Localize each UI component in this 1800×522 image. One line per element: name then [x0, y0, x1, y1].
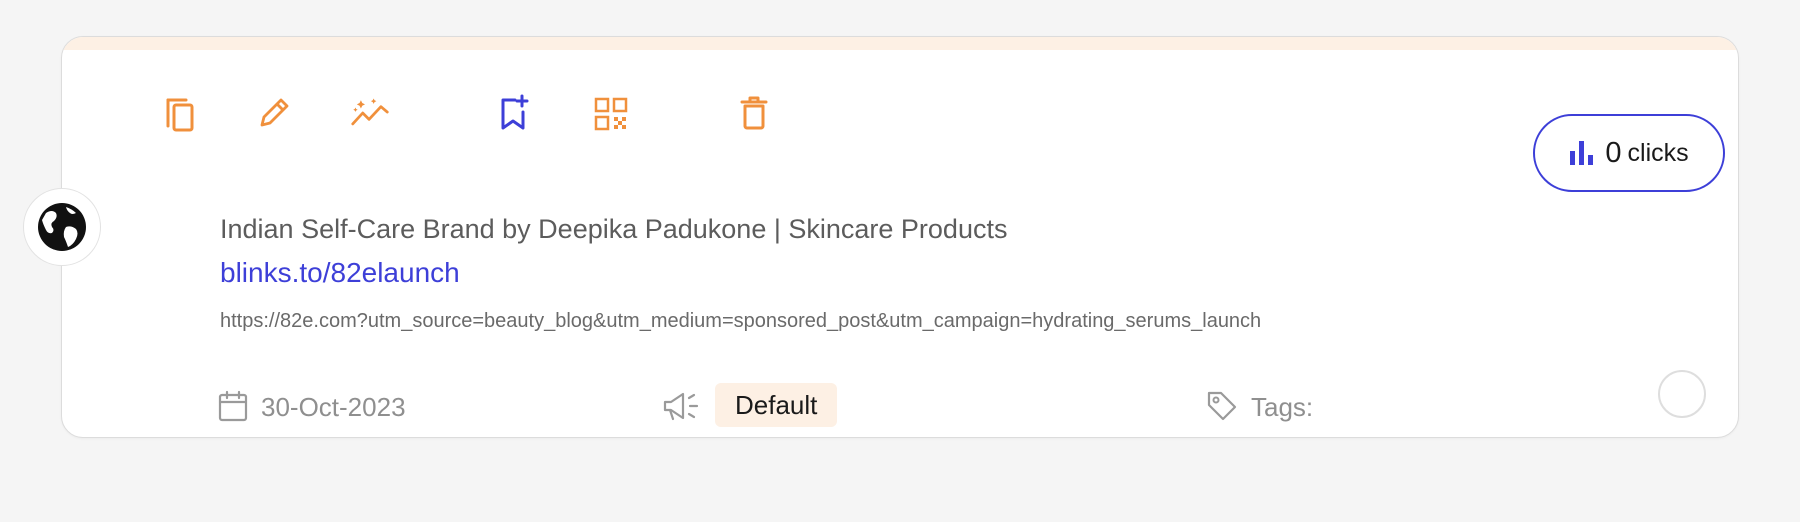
copy-icon: [166, 98, 194, 132]
link-title: Indian Self-Care Brand by Deepika Paduko…: [220, 214, 1008, 244]
qr-code-icon: [594, 97, 628, 131]
bookmark-button[interactable]: [494, 93, 534, 133]
tags-label: Tags:: [1251, 392, 1314, 422]
bookmark-add-icon: [501, 94, 529, 130]
destination-url: https://82e.com?utm_source=beauty_blog&u…: [220, 310, 1262, 332]
favicon-globe: [23, 188, 101, 266]
campaign-badge[interactable]: Default: [715, 383, 838, 427]
megaphone-icon: [662, 389, 702, 423]
edit-icon: [260, 98, 289, 127]
analytics-icon: [351, 98, 389, 126]
clicks-count: 0: [1605, 136, 1622, 169]
edit-button[interactable]: [254, 93, 294, 133]
delete-button[interactable]: [734, 93, 774, 133]
analytics-button[interactable]: [350, 93, 390, 133]
tag-icon: [1206, 390, 1238, 422]
calendar-icon: [218, 390, 248, 422]
card-header-strip: [62, 37, 1738, 50]
clicks-button[interactable]: 0 clicks: [1533, 114, 1725, 192]
clicks-label: clicks: [1627, 138, 1689, 167]
bar-chart-icon: [1570, 141, 1594, 165]
copy-button[interactable]: [161, 94, 201, 134]
created-date: 30-Oct-2023: [261, 392, 406, 422]
globe-icon: [38, 203, 86, 251]
select-checkbox[interactable]: [1658, 370, 1706, 418]
delete-icon: [740, 96, 768, 130]
short-link[interactable]: blinks.to/82elaunch: [220, 257, 460, 289]
qr-code-button[interactable]: [591, 94, 631, 134]
link-card: 0 clicks Indian Self-Care Brand by Deepi…: [61, 36, 1739, 438]
